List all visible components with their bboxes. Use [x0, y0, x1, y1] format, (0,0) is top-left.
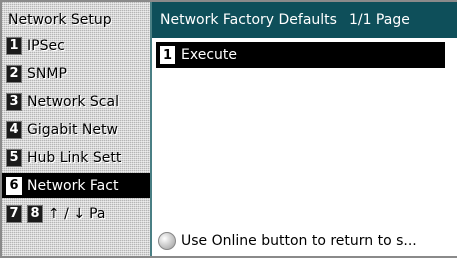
menu-item-number: 1 — [6, 36, 22, 55]
prev-page-key[interactable]: 7 — [6, 204, 22, 223]
page-indicator: 1/1 Page — [348, 12, 410, 28]
menu-item-number: 5 — [6, 148, 22, 167]
detail-panel: Network Factory Defaults 1/1 Page 1 Exec… — [150, 2, 457, 256]
online-button-icon — [158, 232, 176, 250]
menu-item-number: 4 — [6, 120, 22, 139]
next-page-key[interactable]: 8 — [27, 204, 43, 223]
menu-item-label: Network Fact — [27, 177, 119, 194]
menu-item-label: Hub Link Sett — [27, 149, 122, 166]
menu-item-network-factory-defaults[interactable]: 6 Network Fact — [2, 173, 150, 198]
detail-title: Network Factory Defaults — [160, 12, 337, 28]
menu-item-number: 2 — [6, 64, 22, 83]
execute-label: Execute — [181, 47, 237, 63]
menu-item-label: Gigabit Netw — [27, 121, 118, 138]
menu-item-gigabit-network[interactable]: 4 Gigabit Netw — [6, 117, 150, 142]
hint-text: Use Online button to return to s... — [181, 233, 417, 249]
page-nav-label: Pa — [89, 205, 106, 222]
up-down-arrow-icon: ↑ / ↓ — [48, 205, 86, 222]
menu-title: Network Setup — [8, 12, 112, 28]
menu-item-number: 3 — [6, 92, 22, 111]
menu-item-ipsec[interactable]: 1 IPSec — [6, 33, 150, 58]
menu-item-label: IPSec — [27, 37, 65, 54]
menu-item-hub-link-settings[interactable]: 5 Hub Link Sett — [6, 145, 150, 170]
menu-item-number: 6 — [6, 176, 22, 195]
printer-panel-screen: Network Setup 1 IPSec 2 SNMP 3 Network S… — [0, 0, 457, 258]
menu-item-network-scale[interactable]: 3 Network Scal — [6, 89, 150, 114]
page-nav-row[interactable]: 7 8 ↑ / ↓ Pa — [6, 201, 150, 226]
execute-option[interactable]: 1 Execute — [156, 42, 445, 68]
online-hint: Use Online button to return to s... — [158, 230, 457, 252]
menu-item-snmp[interactable]: 2 SNMP — [6, 61, 150, 86]
option-number: 1 — [160, 46, 175, 64]
menu-item-label: SNMP — [27, 65, 67, 82]
left-menu-panel: Network Setup 1 IPSec 2 SNMP 3 Network S… — [2, 2, 150, 256]
menu-item-label: Network Scal — [27, 93, 119, 110]
detail-title-bar: Network Factory Defaults 1/1 Page — [152, 2, 457, 38]
